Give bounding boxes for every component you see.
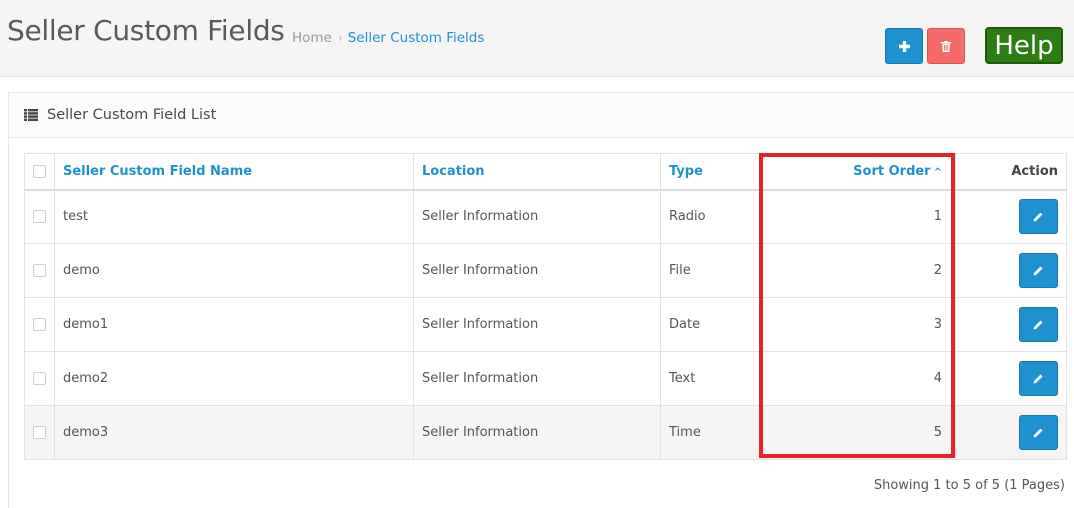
pencil-icon [1033, 212, 1043, 222]
edit-button[interactable] [1019, 307, 1058, 342]
row-checkbox[interactable] [33, 372, 46, 385]
panel-heading: Seller Custom Field List [9, 93, 1074, 138]
table-row: demo2 Seller Information Text 4 [24, 351, 1067, 406]
cell-location: Seller Information [413, 405, 661, 460]
column-header-action: Action [955, 153, 1067, 191]
table-row: demo3 Seller Information Time 5 [24, 405, 1067, 460]
cell-sort-order: 2 [760, 243, 956, 298]
list-icon [24, 106, 38, 125]
column-header-type[interactable]: Type [660, 153, 761, 191]
row-select-cell [24, 405, 55, 460]
cell-type: Text [660, 351, 761, 406]
cell-action [955, 405, 1067, 460]
custom-fields-table: Seller Custom Field Name Location Type S… [24, 153, 1067, 460]
cell-location: Seller Information [413, 243, 661, 298]
cell-name: demo3 [54, 405, 414, 460]
trash-icon [941, 40, 951, 52]
cell-sort-order: 1 [760, 189, 956, 244]
cell-name: demo1 [54, 297, 414, 352]
cell-location: Seller Information [413, 189, 661, 244]
plus-icon [898, 40, 910, 52]
edit-button[interactable] [1019, 199, 1058, 235]
row-checkbox[interactable] [33, 426, 46, 439]
table-row: test Seller Information Radio 1 [24, 189, 1067, 244]
breadcrumb: Home › Seller Custom Fields [292, 30, 484, 46]
row-select-cell [24, 243, 55, 298]
pencil-icon [1033, 428, 1043, 438]
panel-title: Seller Custom Field List [47, 107, 217, 123]
cell-sort-order: 5 [760, 405, 956, 460]
cell-name: demo2 [54, 351, 414, 406]
cell-sort-order: 3 [760, 297, 956, 352]
table-row: demo1 Seller Information Date 3 [24, 297, 1067, 352]
sort-order-label: Sort Order [853, 163, 931, 179]
row-select-cell [24, 189, 55, 244]
pencil-icon [1033, 266, 1043, 276]
table-header-row: Seller Custom Field Name Location Type S… [24, 153, 1067, 191]
column-header-sort-order[interactable]: Sort Order ^ [760, 153, 956, 191]
row-select-cell [24, 297, 55, 352]
cell-name: demo [54, 243, 414, 298]
page-header: Seller Custom Fields Home › Seller Custom … [0, 0, 1074, 77]
cell-type: Time [660, 405, 761, 460]
cell-type: File [660, 243, 761, 298]
breadcrumb-current-link[interactable]: Seller Custom Fields [348, 30, 485, 46]
row-checkbox[interactable] [33, 264, 46, 277]
cell-location: Seller Information [413, 297, 661, 352]
select-all-checkbox[interactable] [33, 164, 46, 178]
column-header-location[interactable]: Location [413, 153, 661, 191]
edit-button[interactable] [1019, 361, 1058, 396]
row-checkbox[interactable] [33, 318, 46, 331]
page-title: Seller Custom Fields [7, 14, 285, 47]
pencil-icon [1033, 374, 1043, 384]
cell-type: Date [660, 297, 761, 352]
cell-type: Radio [660, 189, 761, 244]
cell-sort-order: 4 [760, 351, 956, 406]
select-all-cell [24, 153, 55, 191]
breadcrumb-separator: › [337, 31, 343, 45]
column-header-name[interactable]: Seller Custom Field Name [54, 153, 414, 191]
custom-field-list-panel: Seller Custom Field List Seller Custom F… [8, 92, 1074, 508]
edit-button[interactable] [1019, 253, 1058, 288]
cell-location: Seller Information [413, 351, 661, 406]
cell-action [955, 243, 1067, 298]
sort-ascending-icon: ^ [933, 166, 942, 178]
add-button[interactable] [885, 28, 923, 64]
row-select-cell [24, 351, 55, 406]
delete-button[interactable] [927, 28, 965, 64]
breadcrumb-home-link[interactable]: Home [292, 30, 332, 46]
cell-name: test [54, 189, 414, 244]
cell-action [955, 297, 1067, 352]
pencil-icon [1033, 320, 1043, 330]
help-button[interactable]: Help [985, 27, 1063, 64]
pagination-info: Showing 1 to 5 of 5 (1 Pages) [873, 478, 1065, 493]
cell-action [955, 351, 1067, 406]
table-row: demo Seller Information File 2 [24, 243, 1067, 298]
row-checkbox[interactable] [33, 210, 46, 224]
edit-button[interactable] [1019, 415, 1058, 450]
cell-action [955, 189, 1067, 244]
